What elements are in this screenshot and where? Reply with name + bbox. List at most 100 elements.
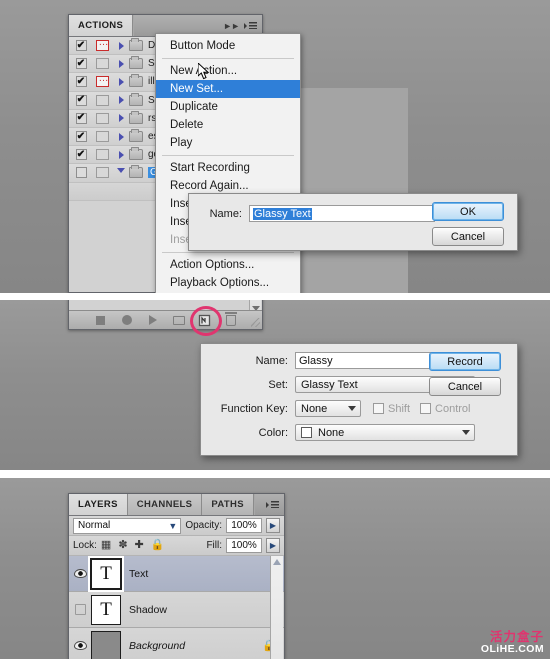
layer-name[interactable]: Text bbox=[129, 568, 284, 580]
menu-item-delete[interactable]: Delete bbox=[156, 116, 300, 134]
layer-name[interactable]: Background bbox=[129, 640, 262, 652]
action-enabled-cell[interactable]: ✔ bbox=[71, 112, 91, 124]
layer-visibility-toggle[interactable] bbox=[69, 641, 91, 650]
panel-menu-icon[interactable] bbox=[266, 499, 279, 510]
expand-toggle-cell[interactable] bbox=[113, 168, 129, 177]
folder-icon bbox=[129, 92, 143, 106]
opacity-input[interactable]: 100% bbox=[226, 518, 262, 533]
ok-button[interactable]: OK bbox=[432, 202, 504, 221]
color-select[interactable]: None bbox=[295, 424, 475, 441]
action-enabled-cell[interactable] bbox=[71, 167, 91, 179]
fill-label: Fill: bbox=[206, 540, 222, 551]
tab-paths[interactable]: PATHS bbox=[202, 494, 254, 515]
lock-image-pixels-icon[interactable]: ✽ bbox=[118, 540, 127, 551]
screenshot-new-action-dialog: Name: Glassy Set: Glassy Text Function K… bbox=[0, 300, 550, 470]
record-button[interactable]: Record bbox=[429, 352, 501, 371]
list-item[interactable]: T Shadow bbox=[69, 592, 284, 628]
actions-panel-bottom bbox=[68, 300, 263, 330]
checkbox-box bbox=[373, 403, 384, 414]
menu-item-playback-options[interactable]: Playback Options... bbox=[156, 274, 300, 292]
new-set-folder-icon[interactable] bbox=[172, 314, 185, 327]
tab-layers[interactable]: LAYERS bbox=[69, 494, 128, 515]
action-enabled-cell[interactable]: ✔ bbox=[71, 75, 91, 88]
double-arrow-right-icon[interactable]: ►► bbox=[223, 21, 240, 31]
tab-channels[interactable]: CHANNELS bbox=[127, 494, 203, 515]
action-dialog-toggle-cell[interactable] bbox=[91, 58, 113, 70]
dialog-toggle-icon bbox=[95, 131, 109, 143]
menu-item-new-action[interactable]: New Action... bbox=[156, 62, 300, 80]
action-dialog-toggle-cell[interactable] bbox=[91, 73, 113, 88]
blend-mode-select[interactable]: Normal ▼ bbox=[73, 517, 182, 534]
lock-transparent-pixels-icon[interactable]: ▦ bbox=[101, 540, 111, 551]
action-dialog-toggle-cell[interactable] bbox=[91, 149, 113, 161]
action-enabled-cell[interactable]: ✔ bbox=[71, 39, 91, 52]
record-icon[interactable] bbox=[120, 314, 133, 327]
name-label: Name: bbox=[255, 354, 288, 367]
function-key-select[interactable]: None bbox=[295, 400, 361, 417]
expand-toggle-cell[interactable] bbox=[113, 77, 129, 86]
list-item[interactable]: T Text bbox=[69, 555, 284, 592]
menu-item-new-set[interactable]: New Set... bbox=[156, 80, 300, 98]
tab-actions[interactable]: ACTIONS bbox=[69, 15, 134, 36]
cancel-button[interactable]: Cancel bbox=[432, 227, 504, 246]
opacity-label: Opacity: bbox=[185, 520, 222, 531]
layer-visibility-toggle[interactable] bbox=[69, 604, 91, 615]
watermark: 活力盒子 OLiHE.COM bbox=[481, 630, 544, 655]
chevron-right-icon bbox=[118, 132, 124, 141]
chevron-right-icon bbox=[118, 114, 124, 123]
cancel-button[interactable]: Cancel bbox=[429, 377, 501, 396]
panel-menu-icon[interactable] bbox=[244, 20, 257, 31]
expand-toggle-cell[interactable] bbox=[113, 96, 129, 105]
set-name-value: Glassy Text bbox=[253, 207, 312, 220]
checkmark-icon: ✔ bbox=[75, 39, 87, 52]
layer-name[interactable]: Shadow bbox=[129, 604, 284, 616]
stop-icon[interactable] bbox=[94, 314, 107, 327]
color-select-value: None bbox=[318, 426, 345, 439]
expand-toggle-cell[interactable] bbox=[113, 132, 129, 141]
dialog-toggle-icon bbox=[95, 58, 109, 70]
chevron-right-icon bbox=[118, 59, 124, 68]
lock-all-icon[interactable]: 🔒 bbox=[151, 540, 165, 551]
layer-thumbnail bbox=[91, 630, 121, 659]
layer-visibility-toggle[interactable] bbox=[69, 569, 91, 578]
expand-toggle-cell[interactable] bbox=[113, 150, 129, 159]
set-name-input[interactable]: Glassy Text bbox=[249, 205, 435, 222]
screenshot-layers-panel: LAYERS CHANNELS PATHS Normal ▼ Opacity: … bbox=[0, 478, 550, 659]
menu-item-button-mode[interactable]: Button Mode bbox=[156, 37, 300, 55]
layers-scrollbar[interactable] bbox=[270, 556, 283, 659]
lock-position-icon[interactable]: ✚ bbox=[135, 540, 144, 551]
menu-item-play[interactable]: Play bbox=[156, 134, 300, 152]
expand-toggle-cell[interactable] bbox=[113, 114, 129, 123]
action-dialog-toggle-cell[interactable] bbox=[91, 131, 113, 143]
expand-toggle-cell[interactable] bbox=[113, 59, 129, 68]
action-dialog-toggle-cell[interactable] bbox=[91, 37, 113, 52]
resize-grip[interactable] bbox=[251, 318, 260, 327]
fill-stepper-button[interactable]: ▶ bbox=[266, 538, 280, 553]
shift-checkbox[interactable]: Shift bbox=[373, 403, 410, 415]
expand-toggle-cell[interactable] bbox=[113, 41, 129, 50]
action-enabled-cell[interactable]: ✔ bbox=[71, 58, 91, 70]
control-checkbox[interactable]: Control bbox=[420, 403, 470, 415]
menu-item-action-options[interactable]: Action Options... bbox=[156, 256, 300, 274]
set-label: Set: bbox=[268, 378, 288, 391]
action-dialog-toggle-cell[interactable] bbox=[91, 94, 113, 106]
menu-separator bbox=[162, 252, 294, 253]
list-item[interactable]: Background 🔒 bbox=[69, 628, 284, 659]
opacity-stepper-button[interactable]: ▶ bbox=[266, 518, 280, 533]
fill-input[interactable]: 100% bbox=[226, 538, 262, 553]
tab-paths-label: PATHS bbox=[211, 499, 244, 510]
menu-item-start-recording[interactable]: Start Recording bbox=[156, 159, 300, 177]
layers-panel-tabbar: LAYERS CHANNELS PATHS bbox=[69, 494, 284, 516]
action-enabled-cell[interactable]: ✔ bbox=[71, 94, 91, 106]
play-icon[interactable] bbox=[146, 314, 159, 327]
action-enabled-cell[interactable]: ✔ bbox=[71, 131, 91, 143]
checkmark-icon: ✔ bbox=[75, 75, 87, 88]
delete-trash-icon[interactable] bbox=[224, 312, 237, 327]
blend-mode-value: Normal bbox=[78, 520, 111, 531]
menu-item-duplicate[interactable]: Duplicate bbox=[156, 98, 300, 116]
dialog-toggle-icon bbox=[95, 73, 109, 88]
action-dialog-toggle-cell[interactable] bbox=[91, 167, 113, 179]
action-dialog-toggle-cell[interactable] bbox=[91, 112, 113, 124]
action-enabled-cell[interactable]: ✔ bbox=[71, 149, 91, 161]
menu-separator bbox=[162, 58, 294, 59]
